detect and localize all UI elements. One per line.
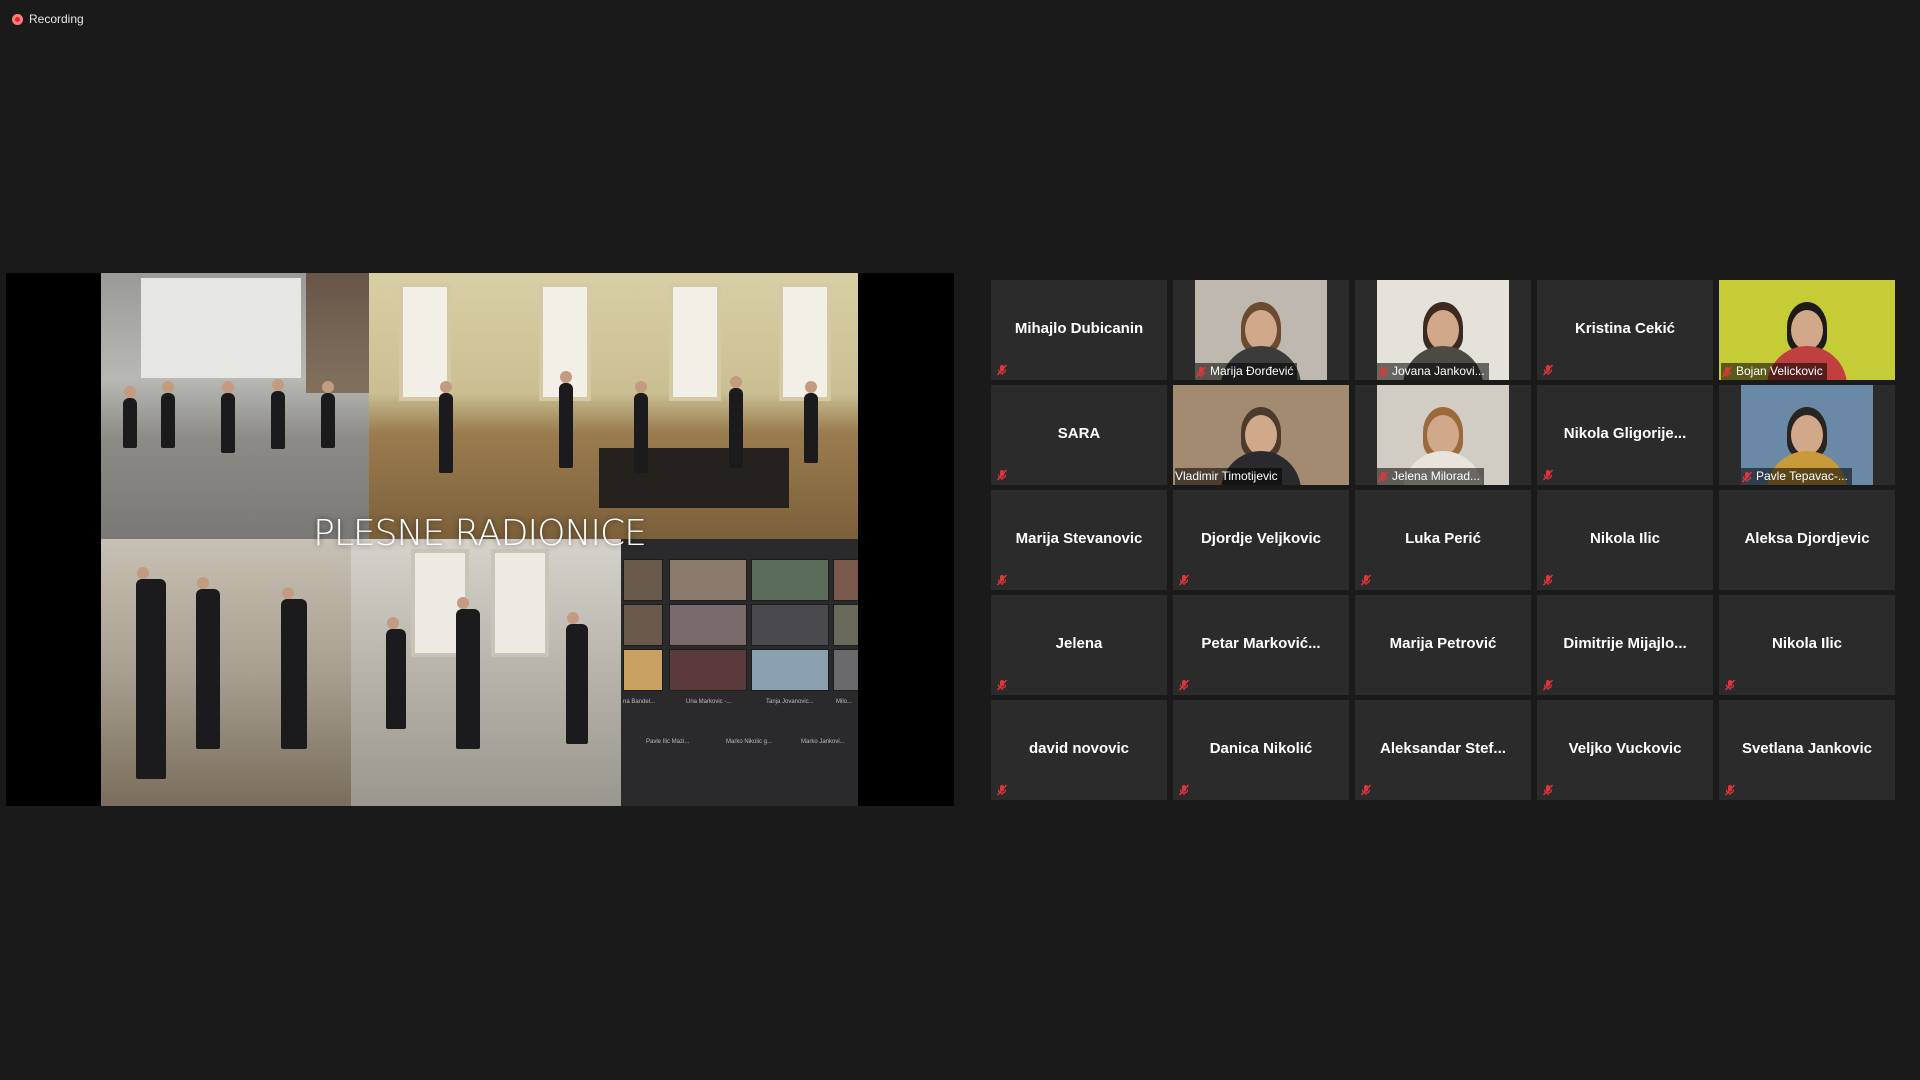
participant-tile[interactable]: Pavle Tepavac-... [1719,385,1895,485]
mini-name: Pavle Ilic Mazi... [646,739,690,745]
mini-name: Una Markovic -... [686,699,732,705]
participant-name-label: Marija Đorđević [1195,363,1298,380]
participant-tile[interactable]: Danica Nikolić [1173,700,1349,800]
participant-name: Jelena Milorad... [1392,469,1481,483]
recording-label: Recording [29,12,84,26]
participant-name: Marija Petrović [1389,635,1497,652]
recording-icon [12,13,23,25]
participant-name: Djordje Veljkovic [1200,530,1322,547]
mini-name: Tanja Jovanovic... [766,699,814,705]
participant-name: Kristina Cekić [1574,320,1676,337]
muted-mic-icon [1178,783,1190,796]
muted-mic-icon [996,573,1008,586]
participant-name-label: Bojan Velickovic [1721,363,1827,380]
participant-tile[interactable]: Aleksandar Stef... [1355,700,1531,800]
slide-photo-hall [369,273,858,539]
participant-tile[interactable]: Nikola Gligorije... [1537,385,1713,485]
participant-tile[interactable]: Mihajlo Dubicanin [991,280,1167,380]
shared-slide: na Bandel... Una Markovic -... Tanja Jov… [101,273,858,806]
muted-mic-icon [1195,366,1207,378]
muted-mic-icon [1721,366,1733,378]
muted-mic-icon [1377,366,1389,378]
slide-photo-courtyard [101,273,369,539]
shared-screen: na Bandel... Una Markovic -... Tanja Jov… [6,273,954,806]
participant-tile[interactable]: Djordje Veljkovic [1173,490,1349,590]
participant-tile[interactable]: Kristina Cekić [1537,280,1713,380]
muted-mic-icon [1724,678,1736,691]
participant-tile[interactable]: Jelena Milorad... [1355,385,1531,485]
mini-name: Milo... [836,699,853,705]
participant-name: Mihajlo Dubicanin [1014,320,1144,337]
muted-mic-icon [1542,363,1554,376]
participant-name: Bojan Velickovic [1736,364,1823,378]
slide-photo-room [101,539,351,806]
slide-photo-zoom-grid: na Bandel... Una Markovic -... Tanja Jov… [621,539,858,806]
muted-mic-icon [1178,678,1190,691]
participant-tile[interactable]: Vladimir Timotijevic [1173,385,1349,485]
muted-mic-icon [996,468,1008,481]
participant-name-label: Pavle Tepavac-... [1741,468,1852,485]
participant-name: Svetlana Jankovic [1741,740,1873,757]
participant-name: Marija Đorđević [1210,364,1294,378]
participant-name-label: Jovana Jankovi... [1377,363,1489,380]
muted-mic-icon [1542,573,1554,586]
mini-name: Marko Nikolic g... [726,739,773,745]
recording-indicator[interactable]: Recording [12,12,84,26]
participant-name: david novovic [1028,740,1130,757]
participant-tile[interactable]: Marija Stevanovic [991,490,1167,590]
muted-mic-icon [1377,471,1389,483]
participant-tile[interactable]: Petar Marković... [1173,595,1349,695]
participant-name: Jovana Jankovi... [1392,364,1485,378]
participant-name: Dimitrije Mijajlo... [1563,635,1687,652]
participant-name: Danica Nikolić [1209,740,1313,757]
slide-title: PLESNE RADIONICE [313,513,647,554]
participant-tile[interactable]: Aleksa Djordjevic [1719,490,1895,590]
participant-name: Pavle Tepavac-... [1756,469,1848,483]
participant-name: Nikola Ilic [1589,530,1661,547]
participant-name: Luka Perić [1405,530,1481,547]
participant-name: Veljko Vuckovic [1568,740,1682,757]
participant-tile[interactable]: Marija Petrović [1355,595,1531,695]
muted-mic-icon [1360,573,1372,586]
slide-photo-studio [351,539,621,806]
participant-name-label: Jelena Milorad... [1377,468,1485,485]
muted-mic-icon [1178,573,1190,586]
participant-tile[interactable]: Veljko Vuckovic [1537,700,1713,800]
participant-tile[interactable]: Svetlana Jankovic [1719,700,1895,800]
muted-mic-icon [1360,783,1372,796]
participant-tile[interactable]: david novovic [991,700,1167,800]
participant-name-label: Vladimir Timotijevic [1175,468,1282,485]
muted-mic-icon [996,678,1008,691]
muted-mic-icon [1542,468,1554,481]
participant-name: Aleksandar Stef... [1380,740,1506,757]
participant-tile[interactable]: Nikola Ilic [1719,595,1895,695]
mini-name: Marko Jankovi... [801,739,845,745]
participant-gallery: Mihajlo Dubicanin Marija Đorđević Jovana J… [991,280,1895,800]
participant-tile[interactable]: Bojan Velickovic [1719,280,1895,380]
participant-name: Jelena [1055,635,1103,652]
participant-name: Vladimir Timotijevic [1175,469,1278,483]
mini-name: na Bandel... [623,699,656,705]
participant-name: SARA [1057,425,1101,442]
muted-mic-icon [996,783,1008,796]
participant-tile[interactable]: SARA [991,385,1167,485]
participant-tile[interactable]: Marija Đorđević [1173,280,1349,380]
participant-name: Aleksa Djordjevic [1744,530,1870,547]
participant-tile[interactable]: Dimitrije Mijajlo... [1537,595,1713,695]
participant-tile[interactable]: Jelena [991,595,1167,695]
participant-name: Petar Marković... [1201,635,1321,652]
muted-mic-icon [1542,678,1554,691]
participant-tile[interactable]: Jovana Jankovi... [1355,280,1531,380]
participant-name: Nikola Gligorije... [1563,425,1687,442]
muted-mic-icon [1724,783,1736,796]
muted-mic-icon [1741,471,1753,483]
muted-mic-icon [996,363,1008,376]
participant-name: Marija Stevanovic [1015,530,1143,547]
muted-mic-icon [1542,783,1554,796]
participant-name: Nikola Ilic [1771,635,1843,652]
participant-tile[interactable]: Nikola Ilic [1537,490,1713,590]
participant-tile[interactable]: Luka Perić [1355,490,1531,590]
